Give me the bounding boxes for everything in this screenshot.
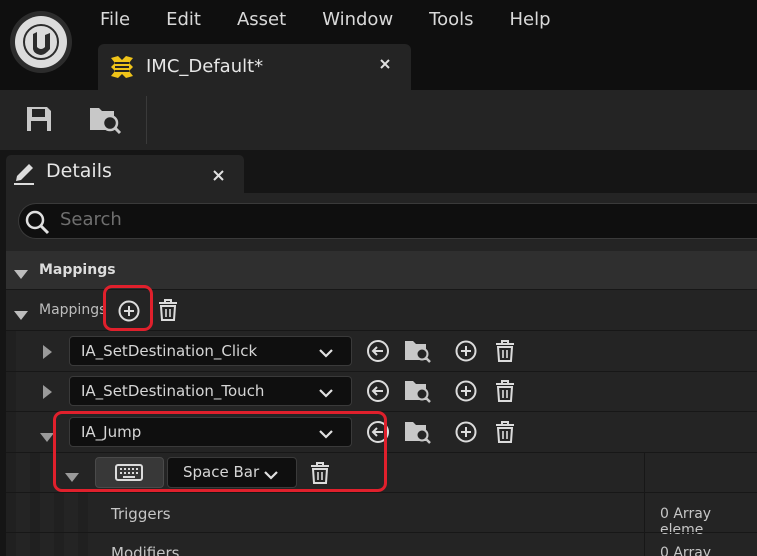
menu-bar: File Edit Asset Window Tools Help: [100, 8, 587, 32]
column-splitter[interactable]: [644, 493, 645, 556]
delete-icon[interactable]: [494, 339, 516, 367]
highlight-jump-mapping: [53, 411, 387, 492]
save-icon[interactable]: [24, 104, 54, 138]
action-name-1: IA_SetDestination_Click: [81, 342, 258, 360]
document-tab[interactable]: IMC_Default*: [98, 44, 411, 90]
column-splitter[interactable]: [644, 453, 645, 493]
menu-edit[interactable]: Edit: [166, 8, 201, 32]
triggers-value: 0 Array eleme: [660, 506, 712, 538]
menu-tools[interactable]: Tools: [429, 8, 473, 32]
chevron-right-icon[interactable]: [43, 344, 53, 363]
delete-icon[interactable]: [494, 420, 516, 448]
chevron-down-icon[interactable]: [14, 306, 28, 325]
menu-window[interactable]: Window: [322, 8, 393, 32]
add-icon[interactable]: [454, 379, 478, 407]
document-tab-title: IMC_Default*: [146, 56, 264, 77]
highlight-add-mapping: [103, 285, 153, 331]
chevron-right-icon[interactable]: [43, 384, 53, 403]
modifiers-label: Modifiers: [111, 544, 180, 556]
indent-guide: [6, 331, 16, 556]
category-title: Mappings: [39, 262, 116, 278]
details-tab[interactable]: [6, 155, 244, 193]
close-tab-icon[interactable]: [378, 56, 392, 75]
mappings-array-label: Mappings: [39, 302, 107, 318]
unreal-logo[interactable]: [10, 11, 72, 73]
indent-guide: [54, 493, 64, 556]
details-title: Details: [46, 160, 112, 182]
mappings-category-header[interactable]: [6, 251, 757, 289]
unreal-logo-inner: [15, 16, 67, 68]
action-name-2: IA_SetDestination_Touch: [81, 382, 265, 400]
chevron-down-icon: [318, 344, 334, 363]
browse-icon[interactable]: [88, 102, 122, 140]
add-icon[interactable]: [454, 339, 478, 367]
triggers-label: Triggers: [111, 505, 171, 523]
indent-guide: [78, 493, 88, 556]
menu-asset[interactable]: Asset: [237, 8, 286, 32]
reset-arrow-icon[interactable]: [366, 339, 390, 367]
search-placeholder: Search: [60, 209, 122, 230]
delete-icon[interactable]: [494, 379, 516, 407]
folder-search-icon[interactable]: [404, 419, 432, 449]
search-input[interactable]: [18, 203, 757, 239]
row-divider: [6, 532, 757, 533]
close-details-icon[interactable]: [212, 167, 225, 186]
reset-arrow-icon[interactable]: [366, 379, 390, 407]
search-icon: [24, 209, 50, 239]
row-divider: [6, 371, 757, 372]
menu-help[interactable]: Help: [510, 8, 551, 32]
modifiers-value: 0 Array eleme: [660, 545, 712, 556]
add-icon[interactable]: [454, 420, 478, 448]
indent-guide: [30, 453, 40, 556]
chevron-down-icon: [318, 384, 334, 403]
toolbar-separator: [146, 96, 147, 144]
folder-search-icon[interactable]: [404, 378, 432, 408]
input-mapping-icon: [108, 54, 136, 84]
menu-file[interactable]: File: [100, 8, 130, 32]
delete-icon[interactable]: [157, 298, 179, 326]
unreal-u-icon: [23, 24, 59, 60]
chevron-down-icon[interactable]: [14, 265, 28, 284]
folder-search-icon[interactable]: [404, 338, 432, 368]
pencil-icon: [12, 160, 38, 190]
chevron-down-icon[interactable]: [40, 428, 54, 447]
